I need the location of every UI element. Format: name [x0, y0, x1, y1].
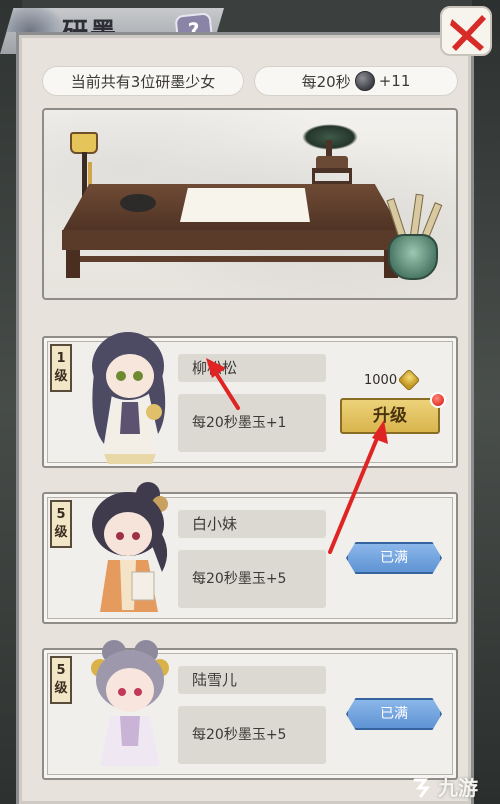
vase-icon	[388, 234, 438, 280]
gold-coin-icon	[397, 368, 421, 392]
bonsai-stand	[312, 168, 352, 184]
character-name: 白小妹	[178, 510, 326, 538]
character-card-luxueer: 5 级 陆雪儿 每20秒墨玉+5 已满	[42, 640, 458, 780]
study-room-scene	[42, 108, 458, 300]
character-rate: 每20秒墨玉+5	[178, 550, 326, 608]
desk-legs	[66, 250, 398, 278]
close-button[interactable]	[440, 6, 492, 56]
level-number: 5	[56, 507, 66, 522]
level-unit: 级	[54, 681, 68, 696]
level-badge: 5 级	[50, 500, 72, 548]
background-right	[472, 0, 500, 804]
watermark-text: 九游	[438, 776, 478, 800]
upgrade-button[interactable]: 升级	[340, 398, 440, 434]
max-level-button[interactable]: 已满	[346, 542, 442, 574]
desk-front	[62, 230, 402, 250]
level-badge: 1 级	[50, 344, 72, 392]
lamp-icon	[70, 132, 98, 154]
girl-count-pill: 当前共有3位研墨少女	[42, 66, 244, 96]
character-rate: 每20秒墨玉+5	[178, 706, 326, 764]
girl-count-text: 当前共有3位研墨少女	[70, 72, 216, 91]
income-rate-pill: 每20秒 +11	[254, 66, 458, 96]
inkstone-icon	[120, 194, 156, 212]
level-badge: 5 级	[50, 656, 72, 704]
ink-jade-icon	[354, 71, 375, 91]
character-avatar	[92, 332, 166, 464]
level-number: 5	[56, 663, 66, 678]
character-name: 陆雪儿	[178, 666, 326, 694]
character-avatar	[91, 640, 169, 766]
upgrade-cost: 1000	[364, 368, 421, 392]
level-number: 1	[56, 351, 66, 366]
paper-sheet	[180, 188, 310, 222]
character-card-baixiaomei: 5 级 白小妹 每20秒墨玉+5 已满	[42, 482, 458, 624]
upgrade-cost-value: 1000	[364, 372, 398, 388]
level-unit: 级	[54, 369, 68, 384]
character-card-liusongsong: 1 级 柳松松 每20秒墨玉+1 1000 升级	[42, 332, 458, 468]
close-x-icon	[450, 15, 486, 51]
character-avatar	[92, 482, 168, 612]
notification-dot	[430, 392, 446, 408]
character-rate: 每20秒墨玉+1	[178, 394, 326, 452]
jiuyou-logo-icon	[413, 778, 430, 797]
watermark: 九游	[412, 772, 478, 801]
character-name: 柳松松	[178, 354, 326, 382]
level-unit: 级	[54, 525, 68, 540]
income-rate-value: +11	[378, 72, 411, 90]
income-rate-prefix: 每20秒	[301, 72, 351, 91]
max-level-button[interactable]: 已满	[346, 698, 442, 730]
